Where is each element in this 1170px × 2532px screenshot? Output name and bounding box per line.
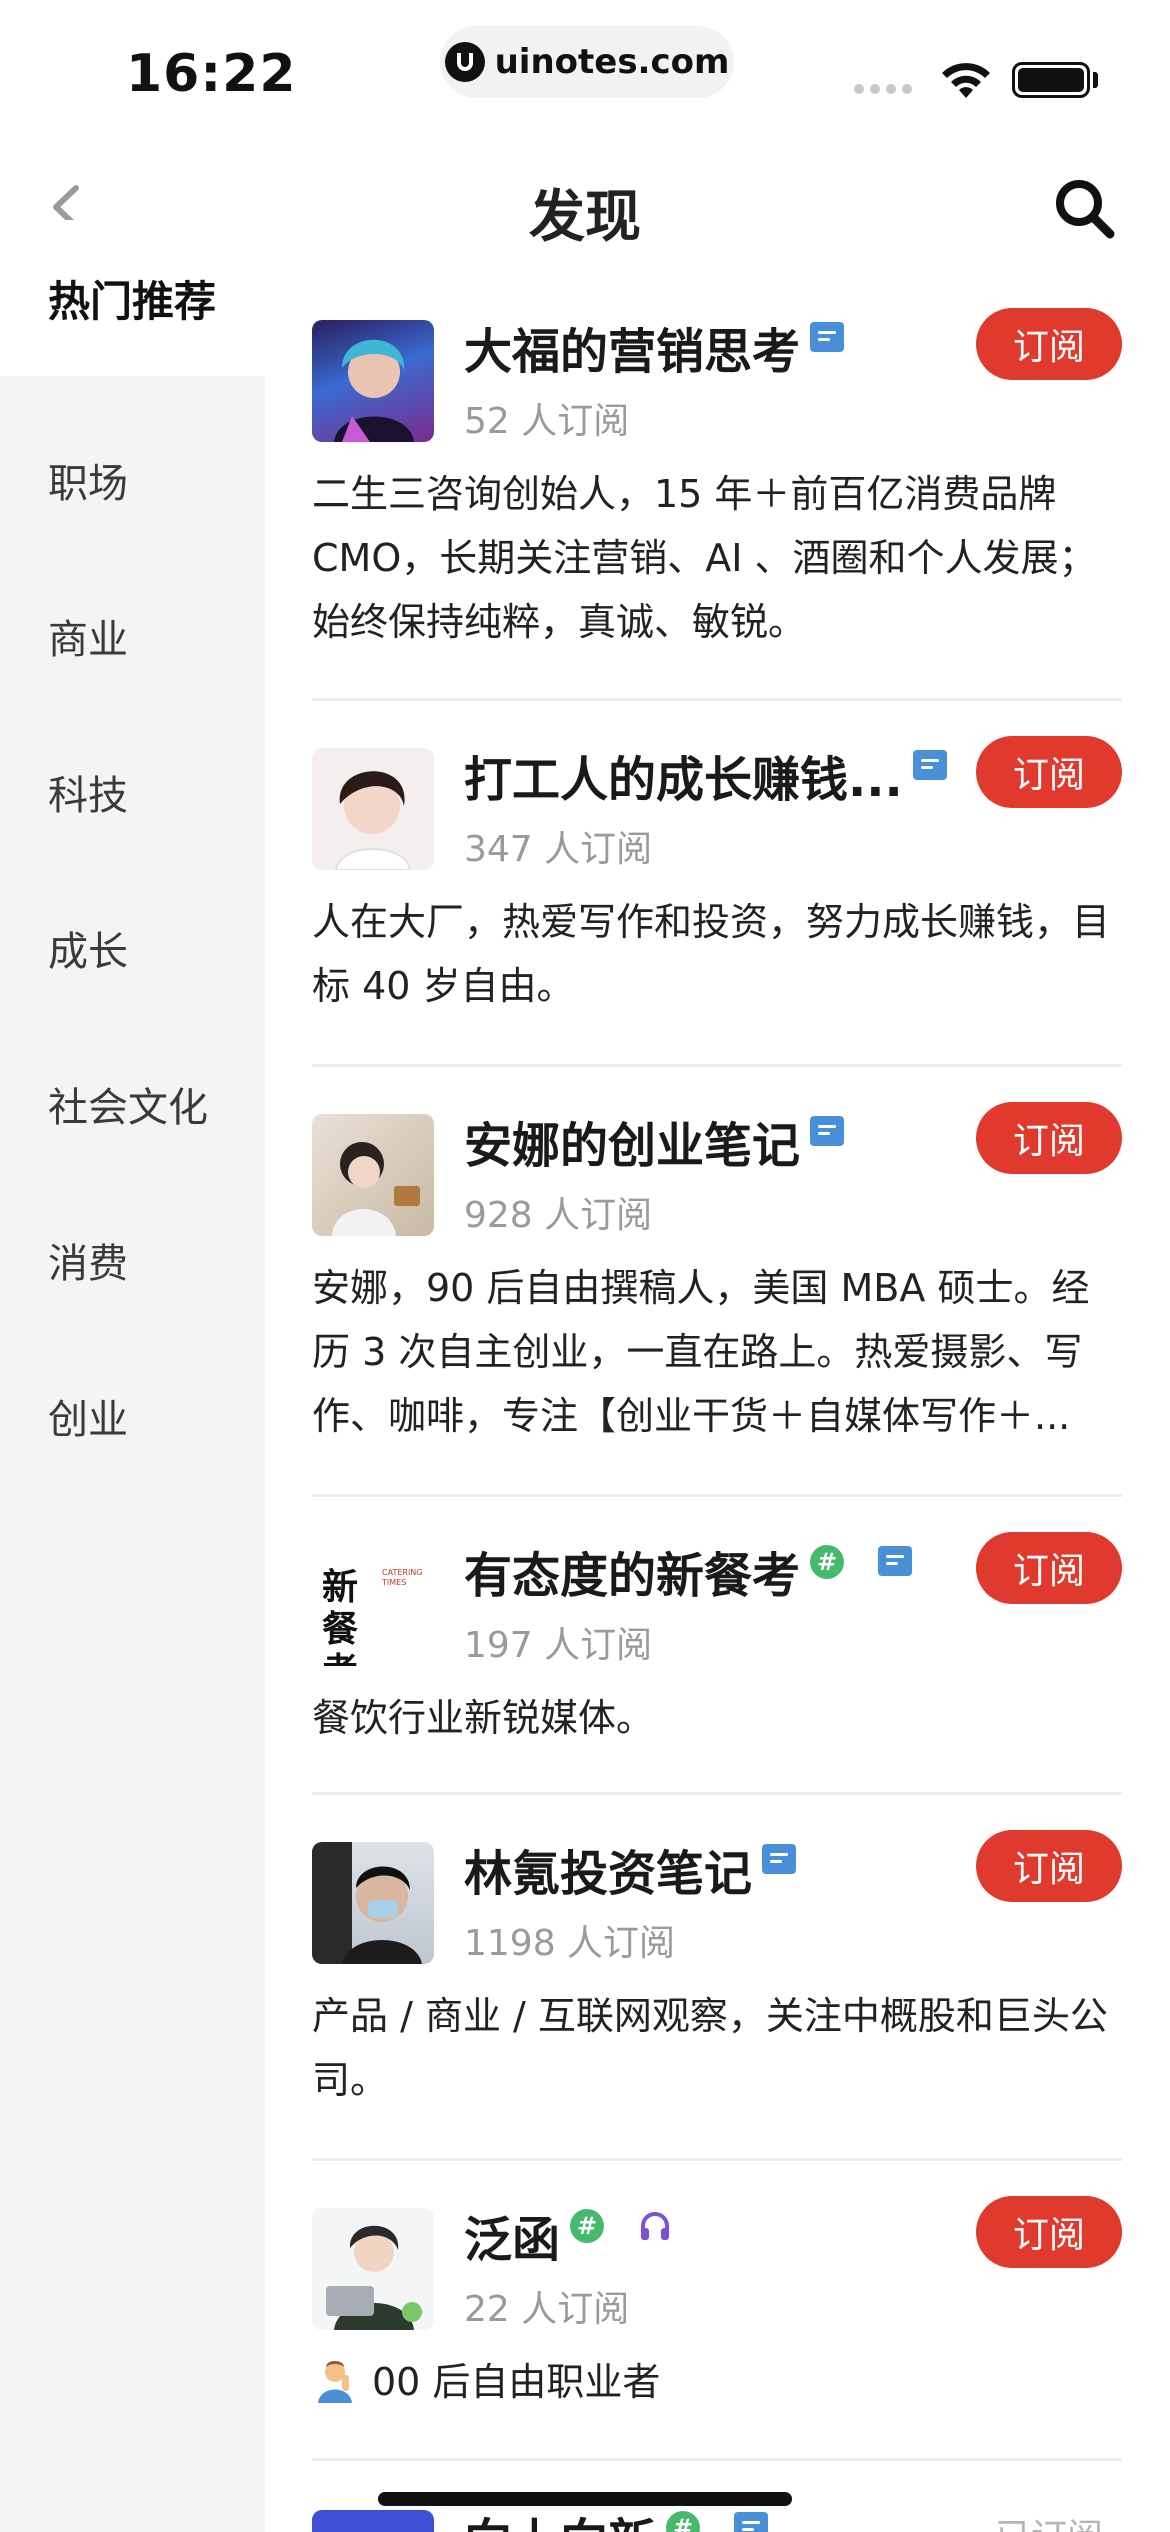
avatar [312, 1842, 434, 1964]
subscribe-button[interactable]: 订阅 [976, 1830, 1122, 1902]
divider [312, 1792, 1122, 1795]
divider [312, 1064, 1122, 1067]
title-row: 林氪投资笔记 [464, 1834, 797, 1904]
battery-icon [1012, 62, 1090, 98]
title-row: 向上向新 # [464, 2502, 769, 2532]
divider [312, 2158, 1122, 2161]
avatar [312, 320, 434, 442]
subscribe-button[interactable]: 订阅 [976, 736, 1122, 808]
subscribe-button[interactable]: 订阅 [976, 1532, 1122, 1604]
person-emoji-icon [318, 2361, 352, 2403]
subscriber-count: 1198 人订阅 [464, 1923, 676, 1964]
article-badge-icon [810, 1116, 845, 1146]
url-pill[interactable]: uinotes.com [440, 26, 734, 98]
headphones-badge-icon [641, 2212, 670, 2240]
column-title: 安娜的创业笔记 [464, 1118, 801, 1174]
sidebar-item-tech[interactable]: 科技 [0, 742, 265, 842]
search-icon[interactable] [1052, 176, 1116, 240]
home-indicator [378, 2492, 792, 2506]
sidebar-item-consumption[interactable]: 消费 [0, 1210, 265, 1310]
subscribe-button[interactable]: 订阅 [976, 308, 1122, 380]
subscriber-count: 197 人订阅 [464, 1625, 653, 1666]
category-sidebar: 热门推荐 职场 商业 科技 成长 社会文化 消费 创业 [0, 220, 265, 2532]
sidebar-item-workplace[interactable]: 职场 [0, 430, 265, 530]
column-title: 泛函 [464, 2212, 561, 2268]
wifi-icon [942, 63, 990, 98]
subscriber-count: 52 人订阅 [464, 401, 630, 442]
subscribe-button[interactable]: 订阅 [976, 1102, 1122, 1174]
column-title: 有态度的新餐考 [464, 1548, 801, 1604]
subscriber-count: 22 人订阅 [464, 2289, 630, 2330]
column-description: 餐饮行业新锐媒体。 [312, 1696, 655, 1740]
avatar: 新餐考 CATERING TIMES [312, 1544, 434, 1666]
column-description: 产品 / 商业 / 互联网观察，关注中概股和巨头公司。 [312, 1994, 1108, 2102]
title-row: 安娜的创业笔记 [464, 1106, 845, 1176]
article-badge-icon [912, 750, 947, 780]
topic-badge-icon: # [666, 2511, 701, 2532]
column-title: 向上向新 [464, 2502, 656, 2532]
sidebar-item-culture[interactable]: 社会文化 [0, 1054, 265, 1154]
article-badge-icon [734, 2512, 769, 2532]
column-description: 人在大厂，热爱写作和投资，努力成长赚钱，目标 40 岁自由。 [312, 900, 1111, 1008]
sidebar-item-business[interactable]: 商业 [0, 586, 265, 686]
url-text: uinotes.com [494, 42, 730, 82]
article-badge-icon [810, 322, 845, 352]
battery-cap [1093, 72, 1098, 88]
column-title: 大福的营销思考 [464, 324, 801, 380]
title-row: 泛函 # [464, 2200, 672, 2270]
subscriber-count: 347 人订阅 [464, 829, 653, 870]
site-logo-icon [444, 42, 485, 82]
divider [312, 698, 1122, 701]
topic-badge-icon: # [570, 2209, 605, 2243]
sidebar-item-growth[interactable]: 成长 [0, 898, 265, 998]
subscribed-button[interactable]: 已订阅 [976, 2498, 1122, 2532]
title-row: 有态度的新餐考 # [464, 1536, 913, 1606]
avatar [312, 2208, 434, 2330]
avatar [312, 2510, 434, 2532]
cellular-signal-icon [854, 84, 912, 94]
divider [312, 2458, 1122, 2461]
sidebar-item-hot[interactable]: 热门推荐 [0, 220, 265, 376]
logo-text: 新餐考 [322, 1566, 359, 1666]
article-badge-icon [762, 1844, 797, 1874]
topic-badge-icon: # [810, 1545, 845, 1579]
subscriber-count: 928 人订阅 [464, 1195, 653, 1236]
column-title: 打工人的成长赚钱... [464, 752, 903, 808]
status-time: 16:22 [126, 44, 297, 104]
status-bar: 16:22 uinotes.com [0, 0, 1170, 140]
sidebar-item-startup[interactable]: 创业 [0, 1366, 265, 1466]
column-description-row: 00 后自由职业者 [312, 2350, 1122, 2414]
article-badge-icon [878, 1546, 913, 1576]
subscribe-button[interactable]: 订阅 [976, 2196, 1122, 2268]
column-description: 二生三咨询创始人，15 年＋前百亿消费品牌 CMO，长期关注营销、AI 、酒圈和… [312, 472, 1097, 644]
title-row: 打工人的成长赚钱... [464, 740, 947, 810]
column-description: 安娜，90 后自由撰稿人，美国 MBA 硕士。经历 3 次自主创业，一直在路上。… [312, 1266, 1090, 1438]
avatar [312, 1114, 434, 1236]
column-description: 00 后自由职业者 [372, 2360, 661, 2404]
column-title: 林氪投资笔记 [464, 1846, 753, 1902]
avatar [312, 748, 434, 870]
title-row: 大福的营销思考 [464, 312, 845, 382]
divider [312, 1494, 1122, 1497]
logo-small-text: CATERING TIMES [382, 1568, 423, 1587]
